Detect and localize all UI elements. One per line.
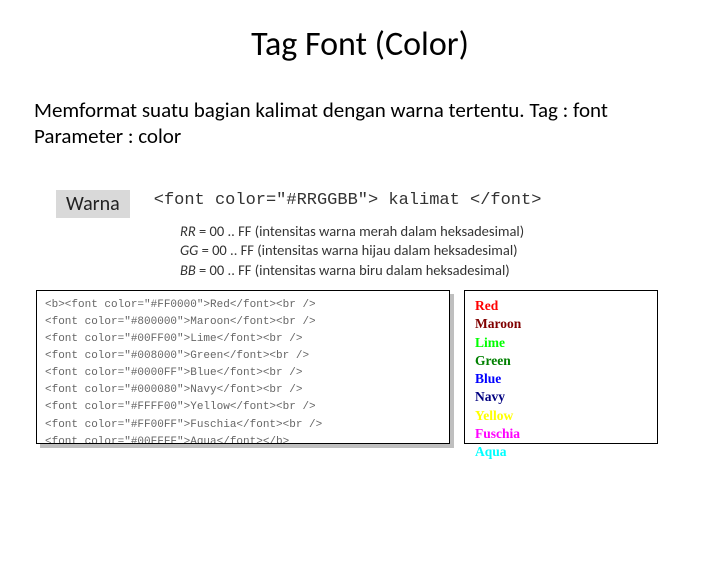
output-item: Yellow bbox=[475, 407, 647, 425]
output-panel: RedMaroonLimeGreenBlueNavyYellowFuschiaA… bbox=[464, 290, 658, 444]
page-subtitle: Memformat suatu bagian kalimat dengan wa… bbox=[34, 97, 686, 150]
output-item: Aqua bbox=[475, 443, 647, 461]
gg-text: = 00 .. FF (intensitas warna hijau dalam… bbox=[198, 241, 517, 259]
syntax-row: Warna <font color="#RRGGBB"> kalimat </f… bbox=[56, 190, 720, 218]
code-line: <font color="#0000FF">Blue</font><br /> bbox=[45, 365, 441, 382]
code-example-box: <b><font color="#FF0000">Red</font><br /… bbox=[36, 290, 450, 444]
rr-text: = 00 .. FF (intensitas warna merah dalam… bbox=[196, 222, 524, 240]
rr-var: RR bbox=[180, 222, 196, 240]
output-item: Maroon bbox=[475, 315, 647, 333]
output-item: Fuschia bbox=[475, 425, 647, 443]
code-line: <font color="#800000">Maroon</font><br /… bbox=[45, 314, 441, 331]
code-line: <b><font color="#FF0000">Red</font><br /… bbox=[45, 297, 441, 314]
gg-var: GG bbox=[180, 241, 198, 259]
code-line: <font color="#000080">Navy</font><br /> bbox=[45, 382, 441, 399]
code-line: <font color="#008000">Green</font><br /> bbox=[45, 348, 441, 365]
rr-line: RR = 00 .. FF (intensitas warna merah da… bbox=[180, 222, 720, 242]
output-item: Red bbox=[475, 297, 647, 315]
output-item: Lime bbox=[475, 334, 647, 352]
page-title: Tag Font (Color) bbox=[0, 24, 720, 65]
output-item: Green bbox=[475, 352, 647, 370]
gg-line: GG = 00 .. FF (intensitas warna hijau da… bbox=[180, 241, 720, 261]
output-item: Blue bbox=[475, 370, 647, 388]
rgb-description: RR = 00 .. FF (intensitas warna merah da… bbox=[180, 222, 720, 281]
code-line: <font color="#FFFF00">Yellow</font><br /… bbox=[45, 399, 441, 416]
output-item: Navy bbox=[475, 388, 647, 406]
code-line: <font color="#FF00FF">Fuschia</font><br … bbox=[45, 417, 441, 434]
code-panel: <b><font color="#FF0000">Red</font><br /… bbox=[36, 290, 450, 444]
example-row: <b><font color="#FF0000">Red</font><br /… bbox=[36, 290, 720, 444]
syntax-label: Warna bbox=[56, 190, 130, 218]
bb-var: BB bbox=[180, 261, 196, 279]
code-line: <font color="#00FFFF">Aqua</font></b> bbox=[45, 434, 441, 445]
bb-line: BB = 00 .. FF (intensitas warna biru dal… bbox=[180, 261, 720, 281]
code-line: <font color="#00FF00">Lime</font><br /> bbox=[45, 331, 441, 348]
bb-text: = 00 .. FF (intensitas warna biru dalam … bbox=[196, 261, 510, 279]
syntax-code: <font color="#RRGGBB"> kalimat </font> bbox=[154, 190, 542, 213]
